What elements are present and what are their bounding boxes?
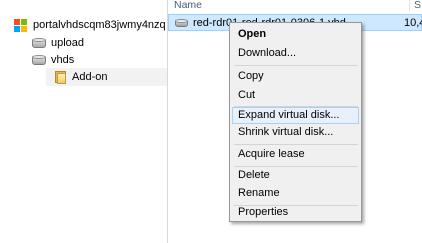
menu-item-open[interactable]: Open xyxy=(232,26,359,43)
menu-item-delete[interactable]: Delete xyxy=(232,167,359,184)
menu-item-cut[interactable]: Cut xyxy=(232,87,359,104)
menu-item-download[interactable]: Download... xyxy=(232,45,359,62)
menu-item-properties[interactable]: Properties xyxy=(232,204,359,221)
tree-item-storage-account[interactable]: portalvhdscqm83jwmy4nzq xyxy=(14,16,166,34)
windows-azure-icon xyxy=(14,18,28,32)
menu-separator xyxy=(234,65,358,66)
tree-item-label: vhds xyxy=(51,54,75,66)
column-header-name[interactable]: Name xyxy=(168,0,410,11)
blob-container-icon xyxy=(32,55,46,65)
menu-item-acquire-lease[interactable]: Acquire lease xyxy=(232,146,359,163)
tree-item-add-on[interactable]: Add-on xyxy=(46,68,167,86)
tree-item-label: portalvhdscqm83jwmy4nzq xyxy=(33,19,166,31)
menu-item-expand-virtual-disk[interactable]: Expand virtual disk... xyxy=(232,107,359,124)
tree-item-label: upload xyxy=(51,37,85,49)
vhd-icon xyxy=(175,18,188,27)
tree-item-vhds[interactable]: vhds xyxy=(32,51,74,69)
tree-item-upload[interactable]: upload xyxy=(32,34,84,52)
tree-item-label: Add-on xyxy=(72,71,108,83)
menu-item-shrink-virtual-disk[interactable]: Shrink virtual disk... xyxy=(232,124,359,141)
file-size: 10,485,7 xyxy=(404,16,422,29)
blob-container-icon xyxy=(32,38,46,48)
navigation-tree: portalvhdscqm83jwmy4nzq upload vhds Add-… xyxy=(0,0,167,243)
menu-item-rename[interactable]: Rename xyxy=(232,185,359,202)
menu-separator xyxy=(234,144,358,145)
column-header-size[interactable]: S xyxy=(411,0,422,11)
folder-icon xyxy=(54,70,67,84)
context-menu: Open Download... Copy Cut Expand virtual… xyxy=(229,22,362,222)
menu-item-copy[interactable]: Copy xyxy=(232,68,359,85)
